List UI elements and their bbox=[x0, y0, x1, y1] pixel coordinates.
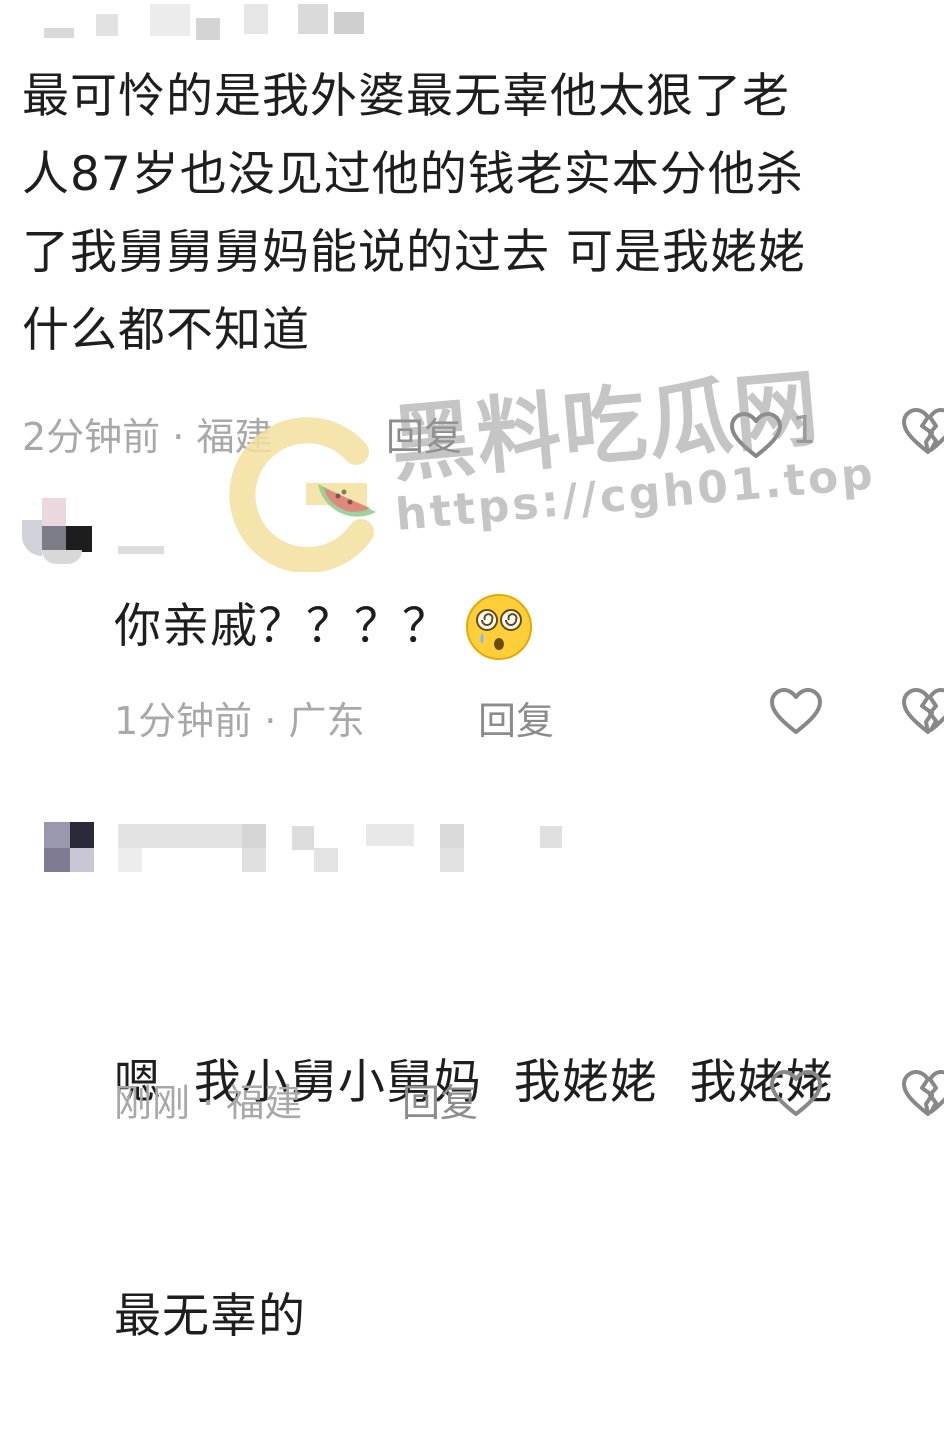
comment-1-line: 最可怜的是我外婆最无辜他太狠了老 bbox=[22, 69, 790, 124]
pixelated-username-2 bbox=[118, 546, 164, 554]
comment-1-line: 了我舅舅舅妈能说的过去 可是我姥姥 bbox=[22, 225, 806, 280]
reply-button[interactable]: 回复 bbox=[402, 1072, 478, 1127]
heart-icon[interactable] bbox=[768, 1068, 824, 1120]
separator: · bbox=[264, 699, 277, 743]
comment-time: 2分钟前 bbox=[22, 415, 161, 459]
separator: · bbox=[202, 1081, 215, 1125]
dizzy-face-emoji bbox=[464, 592, 534, 662]
comment-1-text: 最可怜的是我外婆最无辜他太狠了老 人87岁也没见过他的钱老实本分他杀 了我舅舅舅… bbox=[22, 58, 942, 370]
avatar[interactable] bbox=[44, 822, 94, 872]
reply-button[interactable]: 回复 bbox=[478, 690, 554, 745]
comment-location: 广东 bbox=[288, 699, 365, 743]
dislike-icon[interactable] bbox=[900, 406, 944, 458]
comment-2-text: 你亲戚？？？？ bbox=[114, 588, 534, 666]
watermark: 黑料吃瓜网 https://cgh01.top bbox=[226, 359, 878, 592]
watermark-logo-icon bbox=[229, 417, 376, 572]
comment-location: 福建 bbox=[226, 1081, 303, 1125]
comment-time: 刚刚 bbox=[114, 1081, 191, 1125]
dislike-icon[interactable] bbox=[900, 1068, 944, 1120]
comment-3-text: 嗯 我小舅小舅妈 我姥姥 我姥姥 最无辜的 bbox=[114, 888, 934, 1434]
separator: · bbox=[172, 415, 185, 459]
comment-2-meta: 1分钟前 · 广东 bbox=[114, 690, 364, 745]
heart-icon[interactable] bbox=[768, 686, 824, 738]
avatar[interactable] bbox=[18, 490, 98, 570]
comment-1-line: 人87岁也没见过他的钱老实本分他杀 bbox=[22, 147, 804, 202]
comment-2-content: 你亲戚？？？？ bbox=[114, 599, 450, 654]
comment-3-line: 最无辜的 bbox=[114, 1289, 306, 1344]
comment-3-meta: 刚刚 · 福建 bbox=[114, 1072, 302, 1127]
comment-time: 1分钟前 bbox=[114, 699, 253, 743]
dislike-icon[interactable] bbox=[900, 686, 944, 738]
